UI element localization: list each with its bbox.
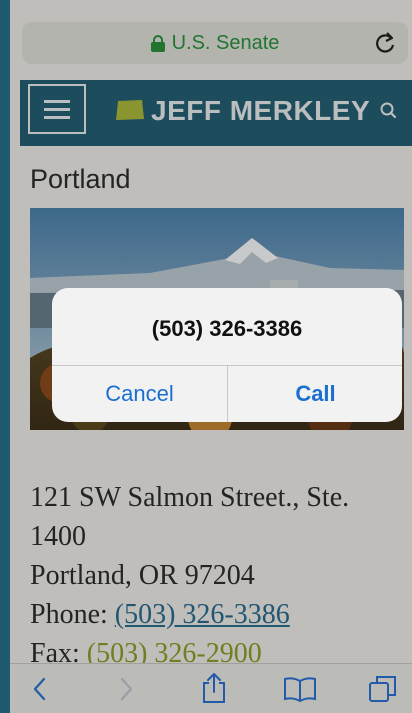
browser-viewport: U.S. Senate JEFF MERKLEY Portland 121 SW… <box>10 0 412 713</box>
cancel-button[interactable]: Cancel <box>52 366 227 422</box>
dialog-phone-number: (503) 326-3386 <box>151 316 303 341</box>
call-button[interactable]: Call <box>228 366 402 422</box>
call-confirm-dialog: (503) 326-3386 Cancel Call <box>52 288 402 422</box>
